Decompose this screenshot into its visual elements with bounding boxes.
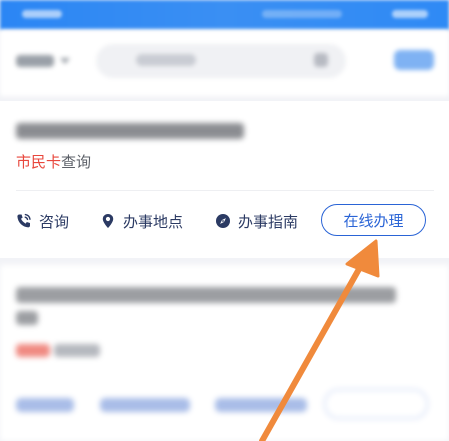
search-input[interactable] [96,44,346,78]
service-card-2-location[interactable] [100,398,190,412]
status-center [262,10,342,18]
city-select[interactable] [16,52,76,70]
card-divider [16,190,434,191]
search-icon[interactable] [314,53,328,67]
service-card-2-title-cont [16,311,38,325]
service-card-title [16,123,244,139]
app-screen: 市民卡查询 咨询 办事地点 办事指南 在线办理 [0,0,449,441]
guide-button[interactable]: 办事指南 [215,204,298,238]
consult-label: 咨询 [39,212,70,231]
city-select-label [16,55,54,67]
service-tags: 市民卡查询 [16,152,91,172]
search-header [0,30,449,96]
service-card-2-tag-red [16,344,50,357]
tag-query: 查询 [61,153,92,171]
location-pin-icon [100,213,116,229]
service-card-2[interactable] [0,265,449,441]
compass-icon [215,213,231,229]
status-icons [392,10,428,18]
service-card[interactable]: 市民卡查询 咨询 办事地点 办事指南 在线办理 [0,101,449,258]
status-bar [0,0,449,30]
phone-icon [16,213,32,229]
service-card-2-online-button[interactable] [324,389,428,419]
service-card-2-title [16,287,396,303]
location-button[interactable]: 办事地点 [100,204,183,238]
online-handle-button[interactable]: 在线办理 [321,204,426,236]
tag-citizen-card: 市民卡 [16,153,62,171]
search-button[interactable] [394,50,434,70]
service-card-2-guide[interactable] [215,398,307,412]
chevron-down-icon [60,58,70,64]
search-input-text [136,54,196,66]
service-card-2-consult[interactable] [16,398,74,412]
consult-button[interactable]: 咨询 [16,204,69,238]
location-label: 办事地点 [123,212,184,231]
service-card-2-tag-grey [54,344,100,357]
status-time [22,10,62,18]
guide-label: 办事指南 [238,212,299,231]
service-actions: 咨询 办事地点 办事指南 在线办理 [0,204,449,238]
